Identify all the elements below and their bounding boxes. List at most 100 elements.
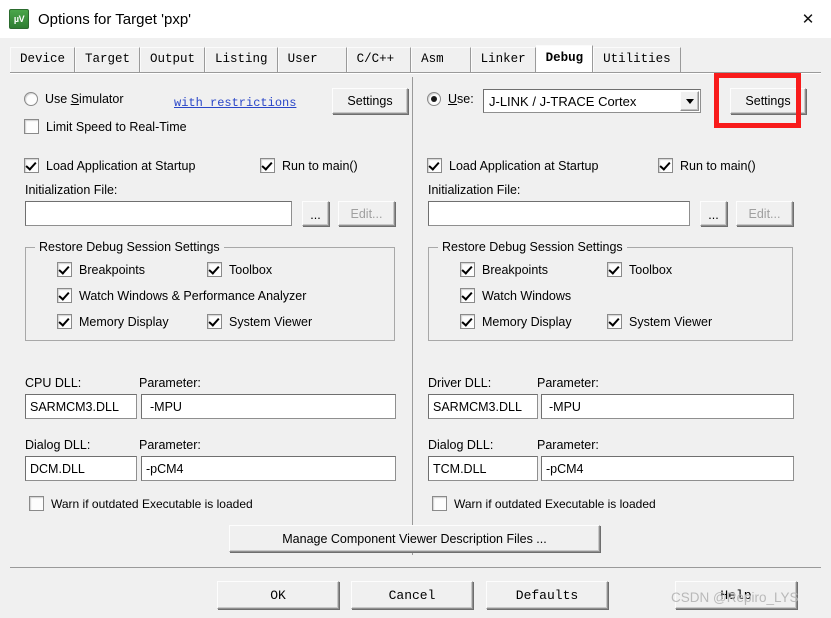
driver-dll-input[interactable]: SARMCM3.DLL	[428, 394, 538, 419]
cpu-parameter-input[interactable]: -MPU	[141, 394, 396, 419]
close-icon[interactable]: ✕	[785, 0, 831, 38]
run-to-main-checkbox-right[interactable]	[658, 158, 673, 173]
driver-select[interactable]: J-LINK / J-TRACE Cortex	[483, 89, 701, 113]
memory-display-label: Memory Display	[79, 314, 169, 329]
tab-listing[interactable]: Listing	[205, 47, 278, 72]
load-app-row-right[interactable]: Load Application at Startup	[427, 158, 598, 173]
cancel-button[interactable]: Cancel	[351, 581, 473, 609]
tab-linker[interactable]: Linker	[470, 47, 536, 72]
warn-outdated-checkbox-left[interactable]	[29, 496, 44, 511]
toolbox-row-left[interactable]: Toolbox	[207, 262, 272, 277]
run-to-main-row-left[interactable]: Run to main()	[260, 158, 358, 173]
keil-uvision-icon	[9, 9, 29, 29]
run-to-main-checkbox[interactable]	[260, 158, 275, 173]
system-viewer-checkbox[interactable]	[207, 314, 222, 329]
breakpoints-label-right: Breakpoints	[482, 262, 549, 277]
warn-outdated-row-right[interactable]: Warn if outdated Executable is loaded	[432, 496, 656, 511]
memory-display-row-right[interactable]: Memory Display	[460, 314, 572, 329]
tab-debug[interactable]: Debug	[535, 45, 594, 72]
limit-speed-row[interactable]: Limit Speed to Real-Time	[24, 119, 187, 134]
system-viewer-row-right[interactable]: System Viewer	[607, 314, 712, 329]
toolbox-label: Toolbox	[229, 262, 273, 277]
memory-display-checkbox[interactable]	[57, 314, 72, 329]
limit-speed-checkbox[interactable]	[24, 119, 39, 134]
defaults-button[interactable]: Defaults	[486, 581, 608, 609]
init-file-label-left: Initialization File:	[25, 183, 118, 197]
breakpoints-row-right[interactable]: Breakpoints	[460, 262, 548, 277]
cpu-dll-input[interactable]: SARMCM3.DLL	[25, 394, 137, 419]
cpu-param-label: Parameter:	[139, 376, 201, 390]
breakpoints-label: Breakpoints	[79, 262, 146, 277]
with-restrictions-link[interactable]: with restrictions	[174, 96, 296, 110]
use-driver-radio[interactable]	[427, 92, 441, 106]
breakpoints-row-left[interactable]: Breakpoints	[57, 262, 145, 277]
title-bar: Options for Target 'pxp' ✕	[0, 0, 831, 38]
breakpoints-checkbox[interactable]	[57, 262, 72, 277]
memory-display-checkbox-right[interactable]	[460, 314, 475, 329]
dialog-parameter-input-right[interactable]: -pCM4	[541, 456, 794, 481]
toolbox-row-right[interactable]: Toolbox	[607, 262, 672, 277]
tab-strip: Device Target Output Listing User C/C++ …	[10, 45, 821, 72]
tab-output[interactable]: Output	[140, 47, 206, 72]
run-to-main-row-right[interactable]: Run to main()	[658, 158, 756, 173]
driver-select-value: J-LINK / J-TRACE Cortex	[489, 93, 637, 109]
window-title: Options for Target 'pxp'	[38, 10, 192, 28]
edit-button-left[interactable]: Edit...	[338, 201, 395, 226]
watch-windows-checkbox-right[interactable]	[460, 288, 475, 303]
driver-settings-button[interactable]: Settings	[730, 88, 806, 114]
init-file-input-left[interactable]	[25, 201, 292, 226]
edit-button-right[interactable]: Edit...	[736, 201, 793, 226]
tab-asm[interactable]: Asm	[411, 47, 471, 72]
use-simulator-radio[interactable]	[24, 92, 38, 106]
browse-button-left[interactable]: ...	[302, 201, 329, 226]
watch-windows-row-right[interactable]: Watch Windows	[460, 288, 571, 303]
dialog-dll-label-left: Dialog DLL:	[25, 438, 91, 452]
load-application-label: Load Application at Startup	[46, 158, 196, 173]
watch-windows-row-left[interactable]: Watch Windows & Performance Analyzer	[57, 288, 306, 303]
tab-user[interactable]: User	[277, 47, 347, 72]
watch-windows-checkbox[interactable]	[57, 288, 72, 303]
warn-outdated-checkbox-right[interactable]	[432, 496, 447, 511]
dialog-dll-input-left[interactable]: DCM.DLL	[25, 456, 137, 481]
warn-outdated-row-left[interactable]: Warn if outdated Executable is loaded	[29, 496, 253, 511]
restore-session-title-right: Restore Debug Session Settings	[438, 240, 627, 254]
system-viewer-row-left[interactable]: System Viewer	[207, 314, 312, 329]
run-to-main-label: Run to main()	[282, 158, 358, 173]
browse-button-right[interactable]: ...	[700, 201, 727, 226]
use-driver-label: Use:	[448, 92, 474, 106]
tab-utilities[interactable]: Utilities	[593, 47, 681, 72]
use-simulator-row[interactable]: Use Simulator	[24, 92, 124, 106]
system-viewer-checkbox-right[interactable]	[607, 314, 622, 329]
toolbox-checkbox[interactable]	[207, 262, 222, 277]
system-viewer-label: System Viewer	[229, 314, 313, 329]
run-to-main-label-right: Run to main()	[680, 158, 756, 173]
driver-dll-label: Driver DLL:	[428, 376, 492, 390]
breakpoints-checkbox-right[interactable]	[460, 262, 475, 277]
limit-speed-label: Limit Speed to Real-Time	[46, 119, 187, 134]
panel-top-divider	[10, 73, 821, 74]
dialog-param-label-right: Parameter:	[537, 438, 599, 452]
dialog-parameter-input-left[interactable]: -pCM4	[141, 456, 396, 481]
load-app-row-left[interactable]: Load Application at Startup	[24, 158, 195, 173]
ok-button[interactable]: OK	[217, 581, 339, 609]
memory-display-row-left[interactable]: Memory Display	[57, 314, 169, 329]
use-simulator-label: Use Simulator	[45, 92, 124, 106]
manage-component-viewer-button[interactable]: Manage Component Viewer Description File…	[229, 525, 600, 552]
use-driver-row[interactable]: Use:	[427, 92, 474, 106]
load-application-checkbox[interactable]	[24, 158, 39, 173]
tab-device[interactable]: Device	[10, 47, 76, 72]
init-file-input-right[interactable]	[428, 201, 690, 226]
tab-cpp[interactable]: C/C++	[346, 47, 412, 72]
tab-target[interactable]: Target	[75, 47, 141, 72]
driver-parameter-input[interactable]: -MPU	[541, 394, 794, 419]
footer-bar: OK Cancel Defaults Help	[10, 567, 821, 618]
help-button[interactable]: Help	[675, 581, 797, 609]
warn-outdated-label-left: Warn if outdated Executable is loaded	[51, 496, 253, 511]
chevron-down-icon[interactable]	[680, 91, 699, 111]
simulator-settings-button[interactable]: Settings	[332, 88, 408, 114]
toolbox-checkbox-right[interactable]	[607, 262, 622, 277]
debug-panel: Use Simulator with restrictions Settings…	[10, 72, 821, 568]
dialog-dll-input-right[interactable]: TCM.DLL	[428, 456, 538, 481]
panel-divider	[412, 77, 413, 555]
load-application-checkbox-right[interactable]	[427, 158, 442, 173]
